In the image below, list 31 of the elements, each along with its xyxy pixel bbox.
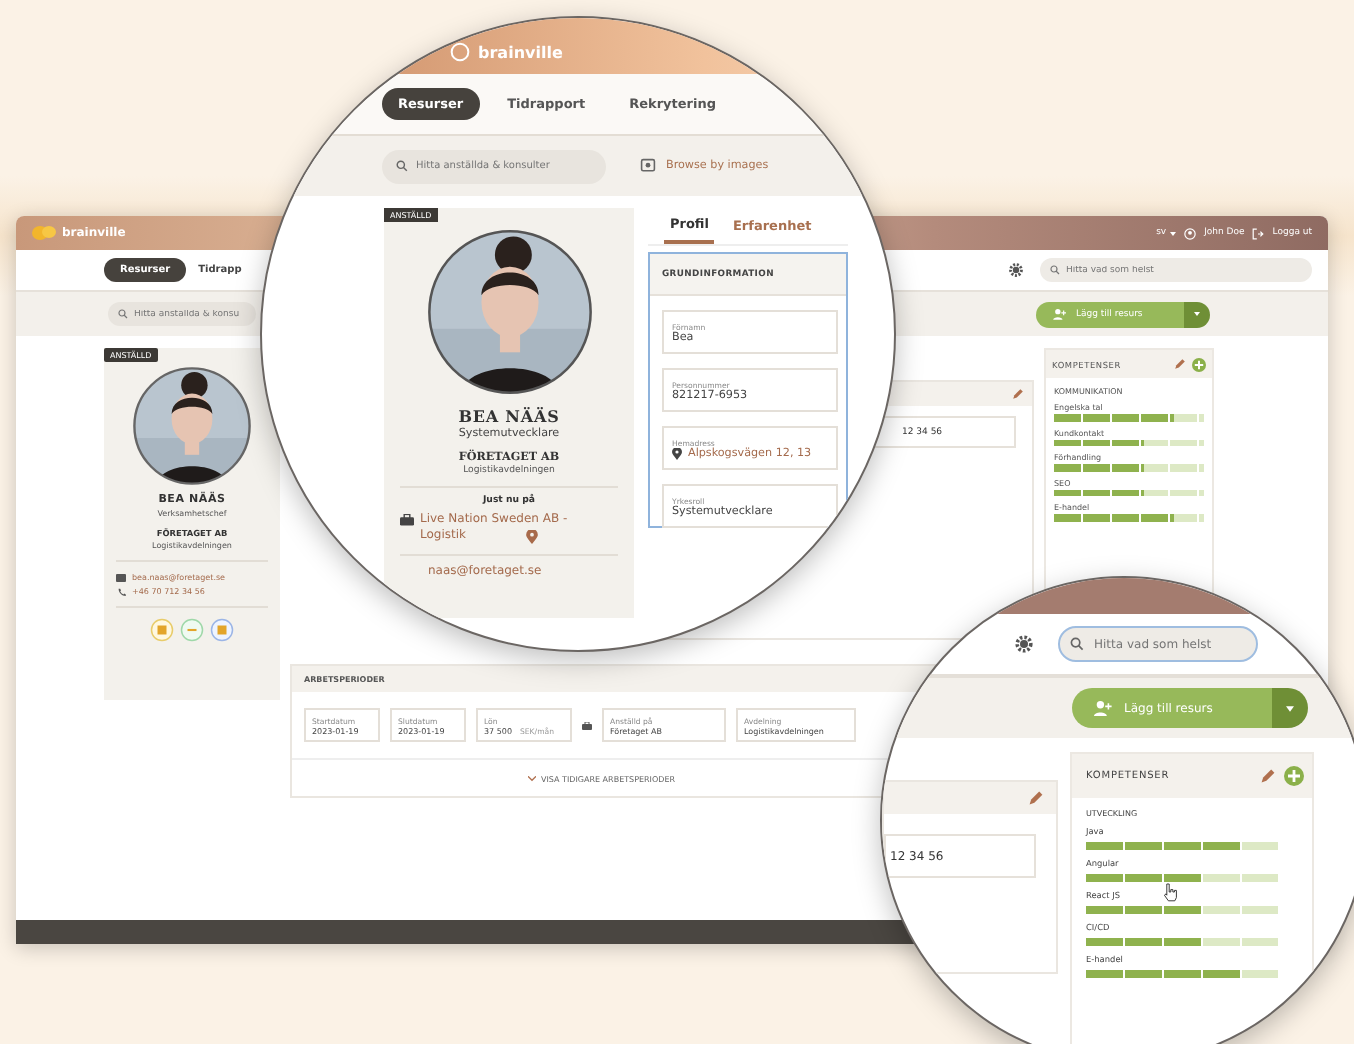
- envelope-icon: [116, 573, 126, 581]
- briefcase-icon: [582, 721, 592, 729]
- add-icon[interactable]: [1284, 766, 1304, 786]
- brand-name: brainville: [478, 43, 563, 61]
- caret-icon[interactable]: [1170, 231, 1177, 235]
- pencil-icon[interactable]: [1260, 768, 1276, 784]
- settings-icon[interactable]: [1008, 262, 1024, 278]
- image-icon: [640, 158, 656, 174]
- pencil-icon[interactable]: [1012, 388, 1024, 400]
- caret-icon[interactable]: [1286, 705, 1294, 711]
- phone-icon: [116, 587, 126, 595]
- location-pin-icon: [672, 447, 682, 459]
- dropdown-button[interactable]: [1272, 688, 1308, 728]
- pencil-icon[interactable]: [1174, 358, 1186, 370]
- minus-icon[interactable]: [180, 618, 204, 642]
- chevron-down-icon[interactable]: [528, 775, 537, 781]
- person-name: BEA NÄÄS: [458, 406, 560, 426]
- add-user-icon: [1092, 700, 1112, 716]
- hand-cursor-icon: [1162, 882, 1178, 902]
- briefcase-icon: [400, 514, 414, 526]
- logo-icon: [450, 42, 470, 62]
- dropdown-button[interactable]: [1184, 301, 1210, 327]
- settings-icon[interactable]: [1014, 634, 1034, 654]
- location-pin-icon: [526, 530, 538, 544]
- logo-icon: [32, 224, 56, 242]
- pencil-icon[interactable]: [1028, 790, 1044, 806]
- add-user-icon: [1052, 308, 1066, 320]
- logout-icon: [1252, 227, 1265, 239]
- caret-icon[interactable]: [1194, 312, 1200, 316]
- user-icon: [1184, 227, 1197, 239]
- add-icon[interactable]: [1192, 357, 1206, 371]
